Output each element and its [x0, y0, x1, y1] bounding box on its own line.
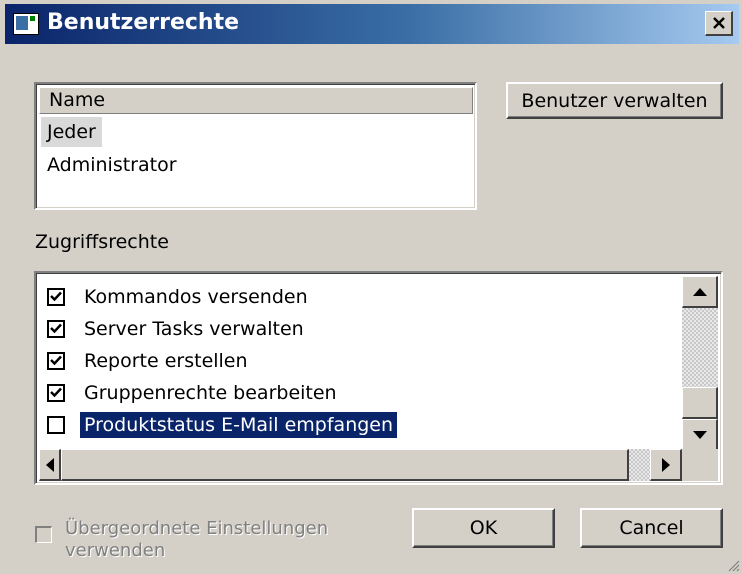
checkmark-icon: [50, 387, 62, 398]
ok-button[interactable]: OK: [412, 508, 555, 548]
right-checkbox[interactable]: [47, 351, 65, 370]
scroll-down-button[interactable]: [682, 419, 718, 451]
horizontal-scroll-thumb[interactable]: [61, 449, 629, 481]
scroll-up-button[interactable]: [682, 276, 718, 308]
right-item-produktstatus[interactable]: Produktstatus E-Mail empfangen: [47, 409, 398, 440]
right-label: Gruppenrechte bearbeiten: [84, 381, 337, 404]
arrow-left-icon: [45, 457, 54, 472]
user-name: Jeder: [47, 121, 96, 143]
access-rights-list[interactable]: Kommandos versenden Server Tasks verwalt…: [34, 271, 723, 485]
arrow-right-icon: [661, 457, 670, 472]
vertical-scrollbar[interactable]: [682, 276, 718, 452]
right-label: Reporte erstellen: [84, 349, 248, 372]
horizontal-scroll-track[interactable]: [629, 449, 650, 481]
cancel-button[interactable]: Cancel: [580, 508, 723, 548]
title-bar[interactable]: Benutzerrechte: [5, 4, 739, 44]
horizontal-scrollbar[interactable]: [39, 449, 682, 481]
inherit-settings-label: Übergeordnete Einstellungen verwenden: [65, 518, 329, 561]
user-row-administrator[interactable]: Administrator: [41, 150, 183, 180]
user-rights-dialog: Benutzerrechte Name Jeder Administrator …: [0, 0, 742, 574]
right-item-kommandos[interactable]: Kommandos versenden: [47, 281, 312, 312]
right-item-server-tasks[interactable]: Server Tasks verwalten: [47, 313, 308, 344]
right-item-reporte[interactable]: Reporte erstellen: [47, 345, 252, 376]
right-checkbox[interactable]: [47, 415, 65, 434]
right-label: Produktstatus E-Mail empfangen: [80, 411, 398, 438]
checkmark-icon: [50, 323, 62, 334]
scrollbar-corner: [682, 449, 718, 481]
manage-users-button[interactable]: Benutzer verwalten: [506, 82, 723, 119]
scroll-thumb[interactable]: [682, 387, 718, 419]
scroll-right-button[interactable]: [650, 449, 682, 481]
access-rights-label: Zugriffsrechte: [35, 231, 169, 253]
arrow-down-icon: [692, 430, 707, 439]
scroll-left-button[interactable]: [39, 449, 61, 481]
arrow-up-icon: [692, 287, 707, 296]
window-title: Benutzerrechte: [47, 10, 240, 35]
resize-grip-icon[interactable]: [726, 558, 740, 572]
right-checkbox[interactable]: [47, 319, 65, 338]
close-icon: [712, 16, 725, 29]
right-label: Server Tasks verwalten: [84, 317, 304, 340]
right-checkbox[interactable]: [47, 383, 65, 402]
users-list[interactable]: Name Jeder Administrator: [34, 82, 477, 210]
inherit-checkbox-box[interactable]: [35, 526, 52, 543]
window-app-icon: [13, 13, 39, 35]
close-button[interactable]: [705, 11, 733, 36]
user-row-jeder[interactable]: Jeder: [41, 117, 102, 147]
right-label: Kommandos versenden: [84, 285, 308, 308]
user-name: Administrator: [47, 154, 177, 176]
inherit-settings-checkbox[interactable]: Übergeordnete Einstellungen verwenden: [35, 518, 385, 562]
checkmark-icon: [50, 355, 62, 366]
name-column-header[interactable]: Name: [39, 87, 473, 114]
right-checkbox[interactable]: [47, 287, 65, 306]
checkmark-icon: [50, 291, 62, 302]
right-item-gruppenrechte[interactable]: Gruppenrechte bearbeiten: [47, 377, 341, 408]
